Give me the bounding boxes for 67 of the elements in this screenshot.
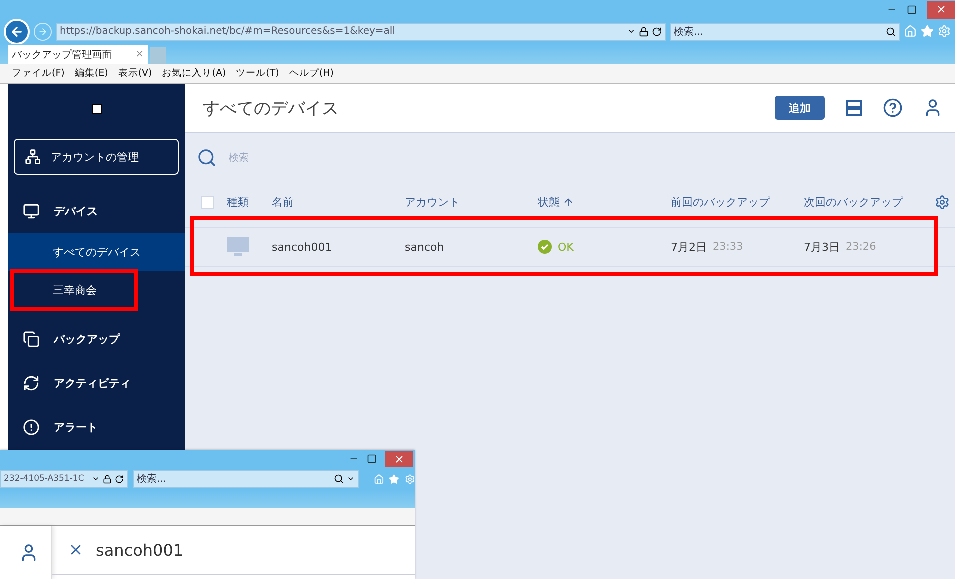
dropdown-icon[interactable]: [347, 475, 355, 483]
close-icon: [936, 4, 946, 15]
address-field[interactable]: 232-4105-A351-1C: [0, 470, 128, 488]
panel-title: sancoh001: [96, 540, 184, 560]
copy-icon: [23, 330, 40, 348]
forward-arrow-icon: [38, 26, 48, 36]
star-icon[interactable]: [389, 472, 400, 486]
date-text: 7月3日: [804, 240, 840, 254]
monitor-icon: [23, 202, 40, 220]
close-button[interactable]: [927, 0, 955, 18]
help-icon[interactable]: [883, 98, 903, 118]
lock-icon: [639, 26, 649, 36]
refresh-icon[interactable]: [115, 474, 124, 484]
refresh-icon[interactable]: [652, 26, 662, 36]
settings-icon[interactable]: [935, 194, 950, 210]
menu-item[interactable]: 表示(V): [118, 67, 152, 80]
restore-icon[interactable]: [907, 4, 917, 14]
sync-icon: [23, 374, 40, 392]
column-header[interactable]: 前回のバックアップ: [671, 194, 804, 210]
menu-item[interactable]: 編集(E): [74, 67, 108, 80]
time-text: 23:26: [846, 241, 876, 253]
close-button[interactable]: [385, 451, 413, 467]
star-icon[interactable]: [921, 25, 934, 38]
page-title: すべてのデバイス: [203, 98, 340, 120]
menu-item[interactable]: ヘルプ(H): [289, 67, 334, 80]
sidebar-item[interactable]: アラート: [8, 405, 185, 449]
sidebar-item[interactable]: アクティビティ: [8, 361, 185, 405]
sidebar-item[interactable]: すべてのデバイス: [8, 233, 185, 271]
column-header[interactable]: 種類: [227, 194, 272, 210]
table-cell-text: sancoh: [405, 240, 446, 254]
broken-image-icon: [92, 104, 102, 114]
tab-close-button[interactable]: ×: [136, 49, 144, 60]
search-icon[interactable]: [334, 474, 344, 484]
restore-icon[interactable]: [367, 454, 377, 464]
status-text: OK: [558, 240, 574, 254]
table-row[interactable]: sancoh001 sancoh OK 7月2日 23:33 7月3日 23:26: [185, 227, 955, 267]
menu-item[interactable]: お気に入り(A): [162, 67, 226, 80]
menu-item[interactable]: ツール(T): [236, 67, 280, 80]
lock-icon: [103, 474, 112, 484]
dropdown-icon[interactable]: [627, 27, 636, 36]
search-icon[interactable]: [886, 26, 896, 36]
browser-tab[interactable]: バックアップ管理画面 ×: [8, 45, 148, 64]
add-button[interactable]: 追加: [775, 96, 825, 120]
dropdown-icon[interactable]: [92, 475, 100, 483]
close-icon: [394, 454, 404, 464]
sidebar-item[interactable]: バックアップ: [8, 317, 185, 361]
table-cell-text: sancoh001: [272, 240, 334, 254]
time-text: 23:33: [713, 241, 744, 253]
layout-icon[interactable]: [845, 99, 863, 117]
back-button[interactable]: [4, 18, 30, 44]
column-header[interactable]: 状態: [538, 194, 671, 210]
address-field[interactable]: https://backup.sancoh-shokai.net/bc/#m=Resources&s=1&key=all: [56, 22, 666, 40]
monitor-icon: [227, 237, 249, 257]
sidebar-item[interactable]: 三幸商会: [8, 271, 185, 309]
account-management-button[interactable]: アカウントの管理: [14, 139, 179, 175]
menu-item[interactable]: ファイル(F): [12, 67, 65, 80]
search-field[interactable]: 検索...: [133, 470, 359, 488]
sort-arrow-icon: [563, 196, 574, 208]
checkbox[interactable]: [201, 196, 214, 208]
search-field[interactable]: 検索...: [670, 22, 900, 40]
date-text: 7月2日: [671, 240, 707, 254]
column-header[interactable]: 名前: [272, 194, 405, 210]
sidebar-item[interactable]: デバイス: [8, 189, 185, 233]
hierarchy-icon: [25, 149, 41, 165]
alert-icon: [23, 418, 40, 436]
column-header[interactable]: アカウント: [405, 194, 538, 210]
column-header[interactable]: 次回のバックアップ: [804, 194, 935, 210]
